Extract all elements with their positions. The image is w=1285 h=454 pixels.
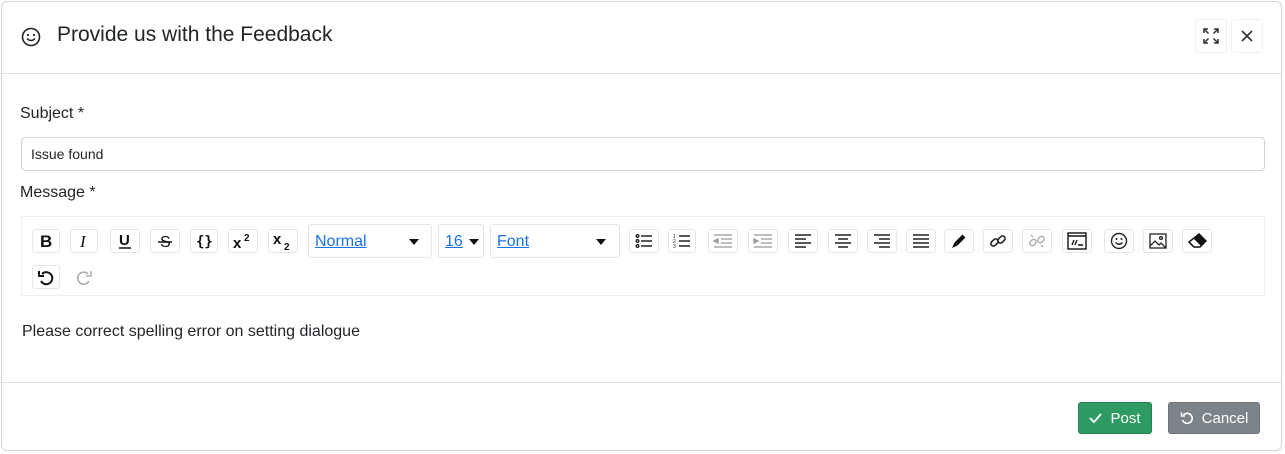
pen-icon (952, 234, 966, 248)
underline-button[interactable]: U (110, 229, 140, 253)
smiley-icon (21, 27, 41, 47)
emoji-icon (1110, 232, 1128, 250)
text-style-value: Normal (315, 233, 367, 250)
indent-icon (753, 234, 772, 248)
text-color-button[interactable] (944, 229, 974, 253)
image-button[interactable] (1143, 229, 1173, 253)
superscript-button[interactable]: x2 (228, 229, 258, 253)
feedback-dialog: Provide us with the Feedback Subject * M… (1, 1, 1282, 451)
expand-icon (1203, 28, 1219, 44)
font-family-value: Font (497, 233, 530, 250)
redo-icon (76, 271, 92, 285)
italic-icon: I (79, 233, 87, 249)
align-right-button[interactable] (867, 229, 897, 253)
svg-text:3: 3 (673, 244, 676, 249)
post-button[interactable]: Post (1078, 402, 1152, 434)
bullet-list-button[interactable] (629, 229, 659, 253)
align-center-icon (835, 234, 851, 248)
chevron-down-icon (596, 239, 606, 245)
message-label: Message * (20, 184, 96, 201)
bold-icon: B (40, 233, 52, 249)
eraser-icon (1187, 233, 1207, 248)
undo-circle-icon (1180, 412, 1193, 425)
svg-text:x: x (273, 231, 282, 248)
footer-divider (2, 382, 1281, 383)
link-icon (990, 235, 1006, 247)
redo-button[interactable] (70, 265, 98, 289)
undo-icon (38, 271, 54, 286)
svg-text:B: B (40, 233, 52, 249)
chevron-down-icon (409, 239, 419, 245)
align-left-button[interactable] (788, 229, 818, 253)
italic-button[interactable]: I (70, 229, 98, 253)
code-braces-icon: {} (196, 234, 213, 249)
close-button[interactable] (1231, 19, 1263, 53)
checkmark-icon (1089, 413, 1103, 424)
subject-input[interactable] (21, 137, 1265, 171)
font-size-select[interactable]: 16 (438, 224, 484, 258)
outdent-button[interactable] (708, 229, 738, 253)
dialog-header: Provide us with the Feedback (2, 2, 1281, 74)
align-left-icon (795, 234, 811, 248)
svg-text:I: I (79, 233, 87, 249)
unlink-icon (1029, 234, 1045, 248)
code-button[interactable]: {} (190, 229, 218, 253)
undo-button[interactable] (32, 265, 60, 289)
align-justify-icon (913, 234, 929, 248)
indent-button[interactable] (748, 229, 778, 253)
numbered-list-icon: 123 (673, 234, 690, 249)
code-view-icon (1067, 232, 1087, 250)
font-size-value: 16 (445, 233, 463, 250)
code-view-button[interactable] (1062, 229, 1092, 253)
close-icon (1241, 30, 1253, 42)
cancel-button[interactable]: Cancel (1168, 402, 1260, 434)
superscript-icon: x2 (233, 233, 250, 250)
link-button[interactable] (983, 229, 1013, 253)
svg-text:x: x (233, 235, 242, 250)
underline-icon: U (119, 232, 131, 249)
align-center-button[interactable] (828, 229, 858, 253)
rich-text-editor: B I U S {} x2 x2 Normal 16 Font 1 2 3 (21, 216, 1265, 296)
text-style-select[interactable]: Normal (308, 224, 432, 258)
subscript-icon: x2 (273, 231, 290, 251)
emoji-button[interactable] (1104, 229, 1134, 253)
strikethrough-icon: S (158, 234, 172, 249)
align-right-icon (874, 234, 890, 248)
outdent-icon (713, 234, 732, 248)
svg-text:{}: {} (196, 234, 213, 249)
svg-text:U: U (119, 232, 130, 249)
svg-text:2: 2 (244, 233, 250, 244)
maximize-button[interactable] (1195, 19, 1227, 53)
strikethrough-button[interactable]: S (150, 229, 180, 253)
bold-button[interactable]: B (32, 229, 60, 253)
svg-text:2: 2 (284, 242, 290, 251)
bullet-list-icon (635, 234, 652, 248)
font-family-select[interactable]: Font (490, 224, 620, 258)
clear-format-button[interactable] (1182, 229, 1212, 253)
cancel-button-label: Cancel (1201, 409, 1249, 427)
chevron-down-icon (469, 239, 479, 245)
subject-label: Subject * (20, 105, 85, 122)
post-button-label: Post (1110, 409, 1141, 427)
message-body[interactable]: Please correct spelling error on setting… (22, 323, 360, 341)
image-icon (1149, 233, 1167, 249)
unlink-button[interactable] (1022, 229, 1052, 253)
subscript-button[interactable]: x2 (268, 229, 298, 253)
dialog-title: Provide us with the Feedback (57, 23, 333, 46)
numbered-list-button[interactable]: 123 (668, 229, 696, 253)
justify-button[interactable] (906, 229, 936, 253)
